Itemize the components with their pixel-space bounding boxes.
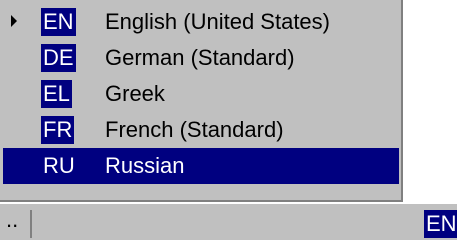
checked-arrow-icon [11,15,17,27]
taskbar-button[interactable]: .. [0,209,32,238]
taskbar: .. EN [0,202,457,240]
menu-item-label: English (United States) [105,9,330,34]
language-code-badge: RU [43,153,75,178]
language-code-badge: DE [41,44,76,72]
language-menu: EN English (United States) DE German (St… [0,0,403,202]
menu-item-label: German (Standard) [105,45,295,70]
language-code-badge: FR [41,116,75,144]
menu-item-label: Greek [105,81,165,106]
menu-item-label: French (Standard) [105,117,284,142]
menu-item-french[interactable]: FR French (Standard) [3,112,399,148]
menu-item-german[interactable]: DE German (Standard) [3,40,399,76]
language-indicator[interactable]: EN [424,210,457,238]
language-code-badge: EL [41,80,72,108]
menu-item-label: Russian [105,153,185,178]
menu-item-english[interactable]: EN English (United States) [3,4,399,40]
menu-item-greek[interactable]: EL Greek [3,76,399,112]
language-code-badge: EN [41,8,76,36]
menu-item-russian[interactable]: RU Russian [3,148,399,184]
